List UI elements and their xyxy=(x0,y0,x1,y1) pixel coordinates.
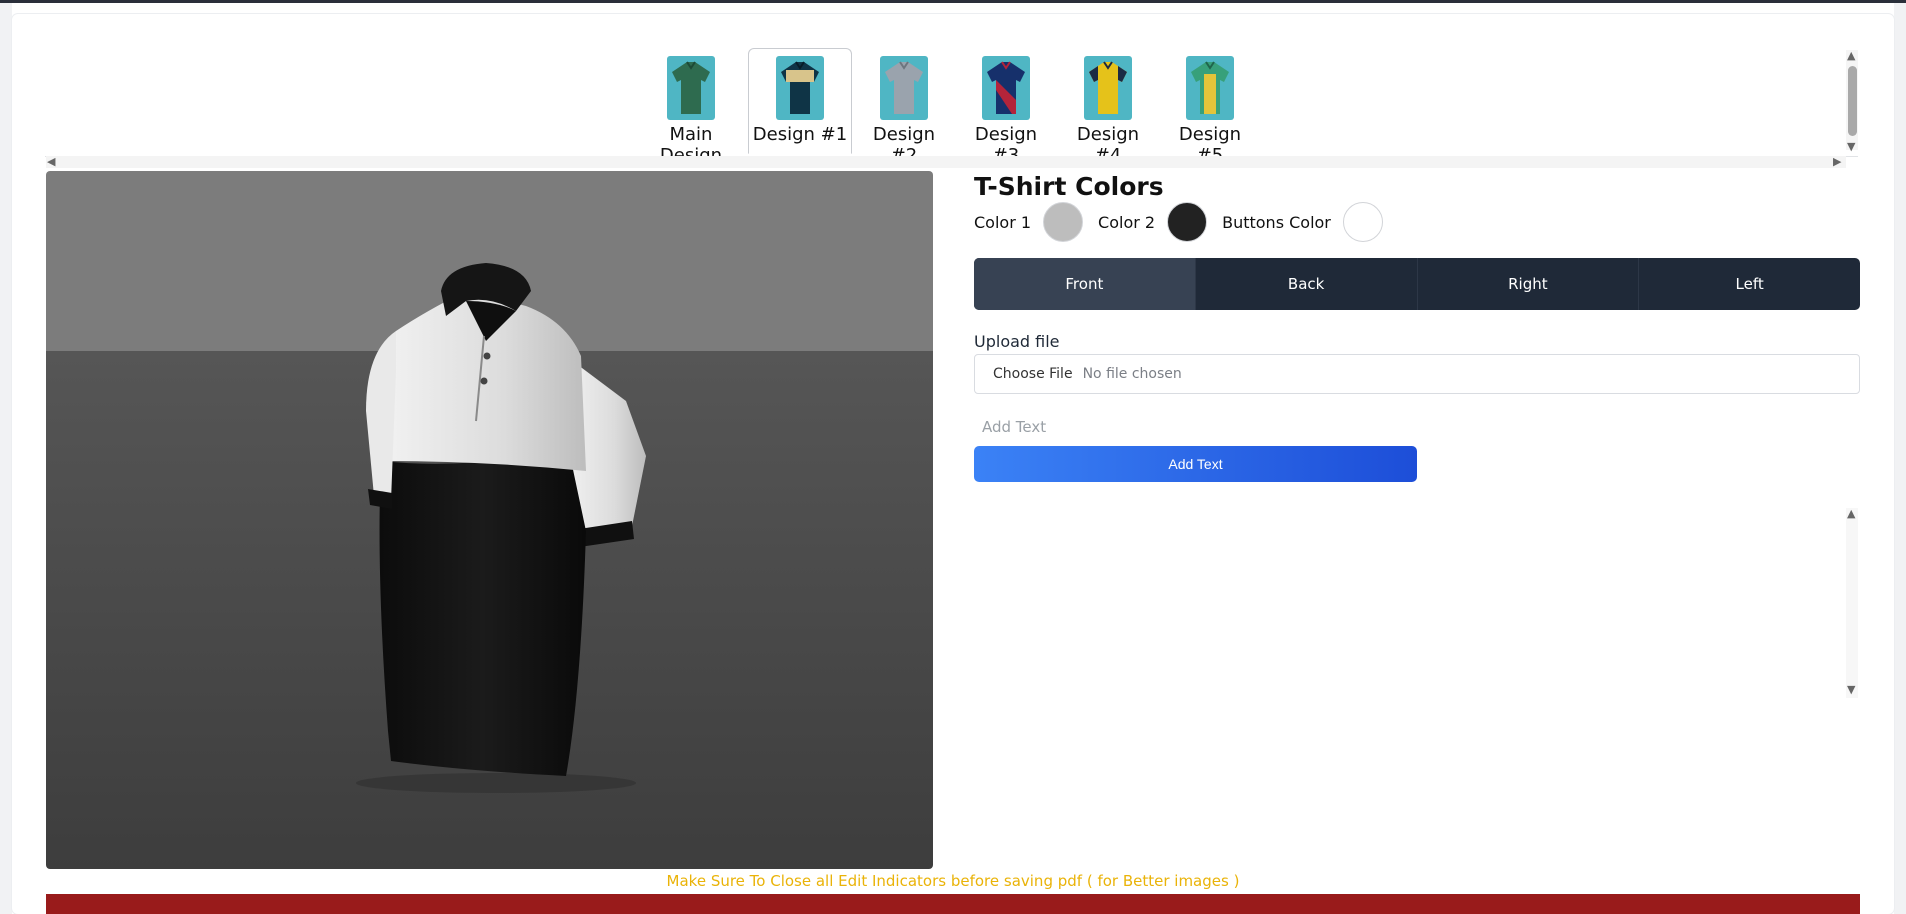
tab-design-1[interactable]: Design #1 xyxy=(748,48,852,154)
navy-red-polo-thumbnail-icon xyxy=(982,56,1030,120)
buttons-color-swatch[interactable] xyxy=(1342,202,1383,242)
scroll-down-icon[interactable]: ▼ xyxy=(1847,141,1855,152)
green-polo-thumbnail-icon xyxy=(667,56,715,120)
green-yellow-polo-thumbnail-icon xyxy=(1186,56,1234,120)
tab-right[interactable]: Right xyxy=(1418,258,1640,310)
scroll-up-icon[interactable]: ▲ xyxy=(1847,508,1855,519)
tab-label: Design #1 xyxy=(752,124,848,145)
window-top-border xyxy=(0,0,1906,3)
color-2-swatch[interactable] xyxy=(1167,202,1208,242)
scroll-up-icon[interactable]: ▲ xyxy=(1847,50,1855,61)
navy-tan-polo-thumbnail-icon xyxy=(776,56,824,120)
tab-design-4[interactable]: Design #4 xyxy=(1060,48,1156,166)
yellow-polo-thumbnail-icon xyxy=(1084,56,1132,120)
add-text-input[interactable] xyxy=(974,412,1414,442)
gray-polo-thumbnail-icon xyxy=(880,56,928,120)
scroll-right-icon[interactable]: ▶ xyxy=(1833,156,1841,167)
add-text-button[interactable]: Add Text xyxy=(974,446,1417,482)
tab-left[interactable]: Left xyxy=(1639,258,1860,310)
color-pickers-row: Color 1 Color 2 Buttons Color xyxy=(974,202,1398,242)
tab-design-3[interactable]: Design #3 xyxy=(958,48,1054,166)
layers-scrollbar[interactable] xyxy=(1846,508,1858,698)
scroll-down-icon[interactable]: ▼ xyxy=(1847,684,1855,695)
scroll-left-icon[interactable]: ◀ xyxy=(47,156,55,167)
file-status: No file chosen xyxy=(1082,366,1182,382)
colors-title: T-Shirt Colors xyxy=(974,172,1164,201)
tab-main-design[interactable]: Main Design xyxy=(640,48,742,166)
color-2-label: Color 2 xyxy=(1098,212,1156,232)
tab-design-2[interactable]: Design #2 xyxy=(857,48,951,166)
design-tabs: Main Design Design #1 Design #2 Design #… xyxy=(0,34,1858,166)
tab-design-5[interactable]: Design #5 xyxy=(1162,48,1258,166)
choose-file-button[interactable]: Choose File xyxy=(993,366,1073,382)
save-pdf-note: Make Sure To Close all Edit Indicators b… xyxy=(666,872,1240,890)
shirt-3d-preview[interactable] xyxy=(46,171,933,869)
scroll-thumb[interactable] xyxy=(1848,66,1857,136)
color-1-label: Color 1 xyxy=(974,212,1032,232)
right-gutter xyxy=(1894,3,1906,914)
tab-front[interactable]: Front xyxy=(974,258,1196,310)
buttons-color-label: Buttons Color xyxy=(1222,212,1331,232)
save-pdf-bar[interactable] xyxy=(46,894,1860,914)
tab-back[interactable]: Back xyxy=(1196,258,1418,310)
view-tabs: Front Back Right Left xyxy=(974,258,1860,310)
polo-shirt-3d-model-icon xyxy=(356,263,646,793)
file-input[interactable]: Choose File No file chosen xyxy=(974,354,1860,394)
color-1-swatch[interactable] xyxy=(1043,202,1084,242)
tabs-horizontal-scrollbar[interactable] xyxy=(46,156,1846,168)
upload-label: Upload file xyxy=(974,332,1060,351)
